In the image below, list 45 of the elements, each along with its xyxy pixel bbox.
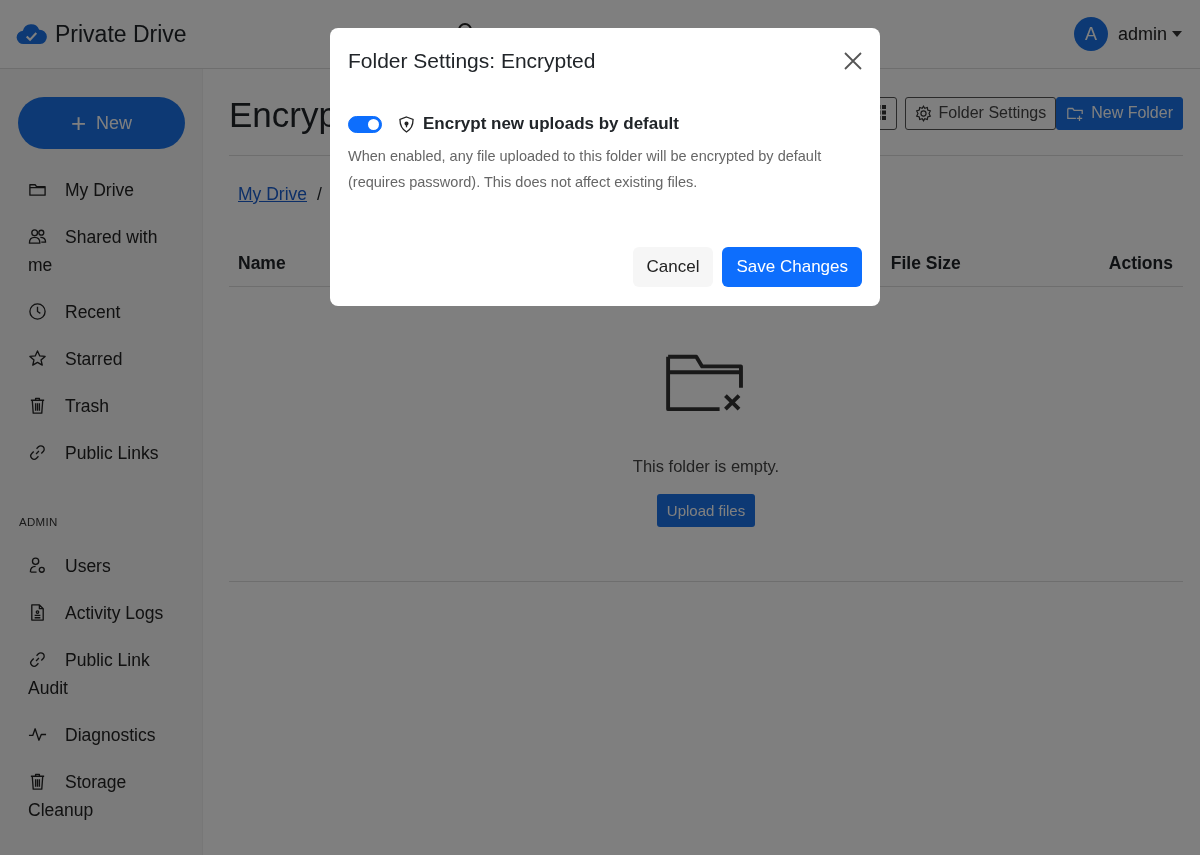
user-menu[interactable]: admin [1117,23,1182,45]
toggle-label: Encrypt new uploads by default [423,114,679,134]
upload-files-button[interactable]: Upload files [656,494,756,527]
sidebar-item[interactable]: Public Link Audit [0,636,168,711]
section-heading: ADMIN [18,515,59,530]
new-folder-button[interactable]: New Folder [1056,96,1183,130]
link-icon [28,649,47,669]
cancel-button[interactable]: Cancel [632,247,714,287]
sidebar-item[interactable]: Recent [0,288,168,335]
app-name: Private Drive [55,20,187,48]
sidebar-item[interactable]: Activity Logs [0,589,168,636]
new-button[interactable]: + New [18,97,185,149]
sidebar-item[interactable]: Shared with me [0,213,168,288]
trash-icon [28,771,47,791]
folder-settings-button[interactable]: Folder Settings [904,96,1057,130]
sidebar-item[interactable]: Trash [0,382,168,429]
sidebar-item[interactable]: Storage Cleanup [0,758,168,833]
star-icon [28,348,47,368]
people-icon [28,226,47,246]
close-icon[interactable] [843,51,863,71]
save-button[interactable]: Save Changes [722,247,862,287]
empty-message: This folder is empty. [632,457,780,476]
sidebar-item[interactable]: Diagnostics [0,711,168,758]
sidebar-item[interactable]: My Drive [0,166,168,213]
breadcrumb-separator: / [317,184,322,205]
dialog-title: Folder Settings: Encrypted [348,49,596,73]
clock-icon [28,301,47,321]
column-header: Name [238,253,286,274]
column-header: Actions [1108,253,1173,274]
sidebar-item[interactable]: Starred [0,335,168,382]
sidebar-item[interactable]: Users [0,542,168,589]
cloud-check-icon [16,22,47,46]
user-avatar[interactable]: A [1073,17,1108,51]
gear-icon [914,104,932,122]
toggle-switch[interactable] [348,115,382,133]
document-icon [28,602,47,622]
setting-description: When enabled, any file uploaded to this folder will be encrypted by default (requires password). This does not affect existing files. [348,147,823,192]
trash-icon [28,395,47,415]
link-icon [28,442,47,462]
breadcrumb-link[interactable]: My Drive [238,184,308,205]
shield-icon [399,115,414,133]
user-gear-icon [28,555,47,575]
column-header: File Size [890,253,961,274]
caret-icon [1172,31,1182,37]
sidebar-item[interactable]: Public Links [0,429,168,476]
